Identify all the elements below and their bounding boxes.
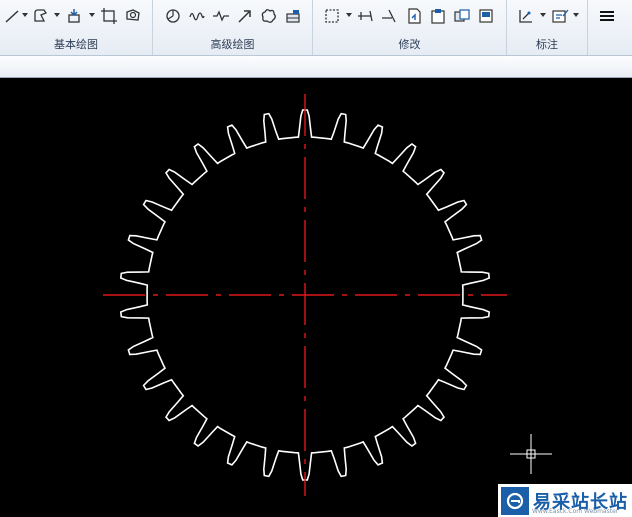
line-tool-button[interactable]: [2, 5, 24, 27]
circle-icon: [166, 9, 180, 23]
panel-basic-draw: 基本绘图: [0, 0, 153, 55]
text-edit-icon: [552, 9, 569, 23]
extend-icon: [358, 10, 373, 22]
properties-tool-button[interactable]: [475, 5, 497, 27]
insert-block-dropdown-arrow[interactable]: [89, 13, 95, 17]
trim-tool-button[interactable]: [379, 5, 401, 27]
arrow-icon: [238, 10, 251, 23]
panel-modify: 修改: [313, 0, 507, 55]
revision-cloud-button[interactable]: [258, 5, 280, 27]
spline-tool-button[interactable]: [186, 5, 208, 27]
ribbon-toolbar: 基本绘图 高级绘图 修改 标注: [0, 0, 632, 56]
clipboard-tool-button[interactable]: [427, 5, 449, 27]
dimension-tool-button[interactable]: [515, 5, 537, 27]
insert-block-button[interactable]: [64, 5, 86, 27]
drawing-canvas[interactable]: [0, 78, 632, 517]
region-icon: [101, 8, 117, 24]
dimension-dropdown-arrow[interactable]: [540, 13, 546, 17]
select-box-icon: [325, 9, 339, 23]
wave-line-icon: [213, 10, 229, 22]
arrow-tool-button[interactable]: [234, 5, 256, 27]
table-icon: [286, 10, 300, 23]
polyline-dropdown-arrow[interactable]: [54, 13, 60, 17]
panel-annotate: 标注: [507, 0, 588, 55]
select-box-button[interactable]: [321, 5, 343, 27]
cloud-icon: [261, 9, 276, 23]
panel-advanced-draw: 高级绘图: [153, 0, 313, 55]
hamburger-menu-icon: [600, 11, 614, 21]
table-tool-button[interactable]: [282, 5, 304, 27]
watermark-badge: 易采站长站 Www.Easck.Com Webmaster: [498, 484, 632, 517]
clipboard-icon: [431, 9, 445, 24]
hatch-icon: [126, 9, 140, 21]
watermark-subtext: Www.Easck.Com Webmaster: [532, 508, 619, 515]
polyline-tool-button[interactable]: [30, 5, 52, 27]
extend-tool-button[interactable]: [355, 5, 377, 27]
attach-tool-button[interactable]: [403, 5, 425, 27]
panel-label-annotate: 标注: [536, 38, 558, 51]
panel-label-basic-draw: 基本绘图: [54, 38, 98, 51]
copy-tool-button[interactable]: [451, 5, 473, 27]
circle-tool-button[interactable]: [162, 5, 184, 27]
line-icon: [5, 10, 19, 23]
line-dropdown-arrow[interactable]: [22, 13, 28, 17]
properties-icon: [479, 9, 493, 23]
panel-label-advanced-draw: 高级绘图: [210, 38, 255, 51]
trim-icon: [382, 9, 396, 23]
select-dropdown-arrow[interactable]: [346, 13, 352, 17]
hatch-tool-button[interactable]: [122, 5, 144, 27]
site-logo-icon: [501, 486, 529, 515]
wave-line-button[interactable]: [210, 5, 232, 27]
trim-region-button[interactable]: [98, 5, 120, 27]
text-edit-button[interactable]: [549, 5, 571, 27]
copy-icon: [454, 9, 470, 22]
crosshair-cursor-icon: [510, 434, 552, 474]
attach-icon: [408, 8, 421, 24]
dimension-icon: [519, 10, 532, 23]
file-tab-strip: [0, 56, 632, 78]
insert-block-icon: [68, 9, 80, 23]
text-dropdown-arrow[interactable]: [573, 13, 579, 17]
spline-icon: [189, 12, 205, 21]
panel-label-modify: 修改: [398, 38, 421, 51]
polyline-icon: [34, 9, 47, 22]
drawing-area-svg[interactable]: [0, 78, 632, 517]
menu-button[interactable]: [596, 5, 618, 27]
